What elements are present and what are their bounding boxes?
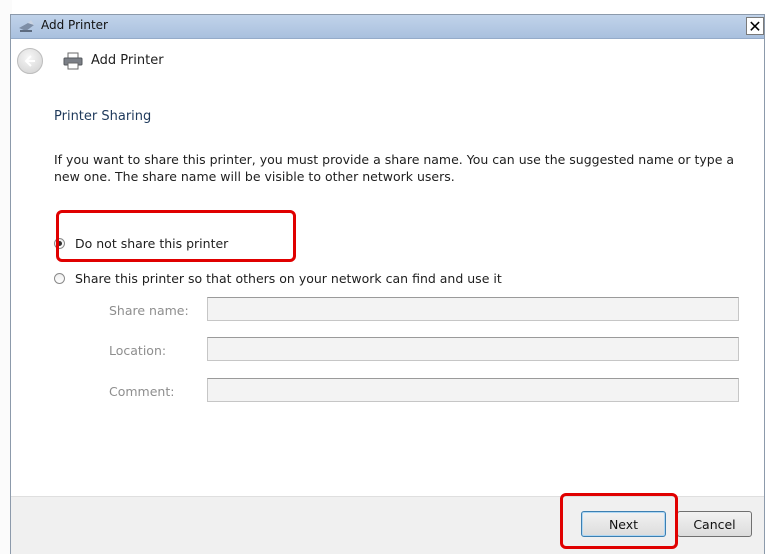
share-name-input[interactable] (207, 297, 739, 321)
page-heading: Printer Sharing (54, 109, 152, 124)
share-name-label: Share name: (109, 303, 189, 318)
radio-button-selected[interactable] (54, 237, 65, 249)
option-label: Do not share this printer (75, 235, 229, 251)
option-label: Share this printer so that others on you… (75, 270, 502, 286)
printer-wizard-icon (19, 20, 34, 32)
option-do-not-share[interactable]: Do not share this printer (54, 234, 228, 252)
cancel-button[interactable]: Cancel (677, 511, 752, 537)
window-title: Add Printer (41, 18, 108, 32)
printer-icon (63, 52, 83, 70)
back-arrow-icon (24, 55, 35, 67)
radio-button[interactable] (54, 272, 65, 284)
next-button[interactable]: Next (581, 511, 666, 537)
wizard-title: Add Printer (91, 53, 164, 68)
title-bar: Add Printer ✕ (11, 15, 764, 39)
navigation-bar: Add Printer (11, 39, 764, 81)
location-input[interactable] (207, 337, 739, 361)
comment-label: Comment: (109, 384, 175, 399)
comment-input[interactable] (207, 378, 739, 402)
wizard-footer: Next Cancel (11, 496, 764, 554)
add-printer-window: Add Printer ✕ Add Printer Printer Sharin… (10, 14, 765, 554)
wizard-content: Printer Sharing If you want to share thi… (11, 81, 764, 496)
page-description: If you want to share this printer, you m… (54, 152, 735, 184)
close-icon[interactable]: ✕ (746, 17, 764, 36)
option-share-printer[interactable]: Share this printer so that others on you… (54, 269, 502, 287)
back-button[interactable] (17, 48, 43, 74)
location-label: Location: (109, 343, 167, 358)
